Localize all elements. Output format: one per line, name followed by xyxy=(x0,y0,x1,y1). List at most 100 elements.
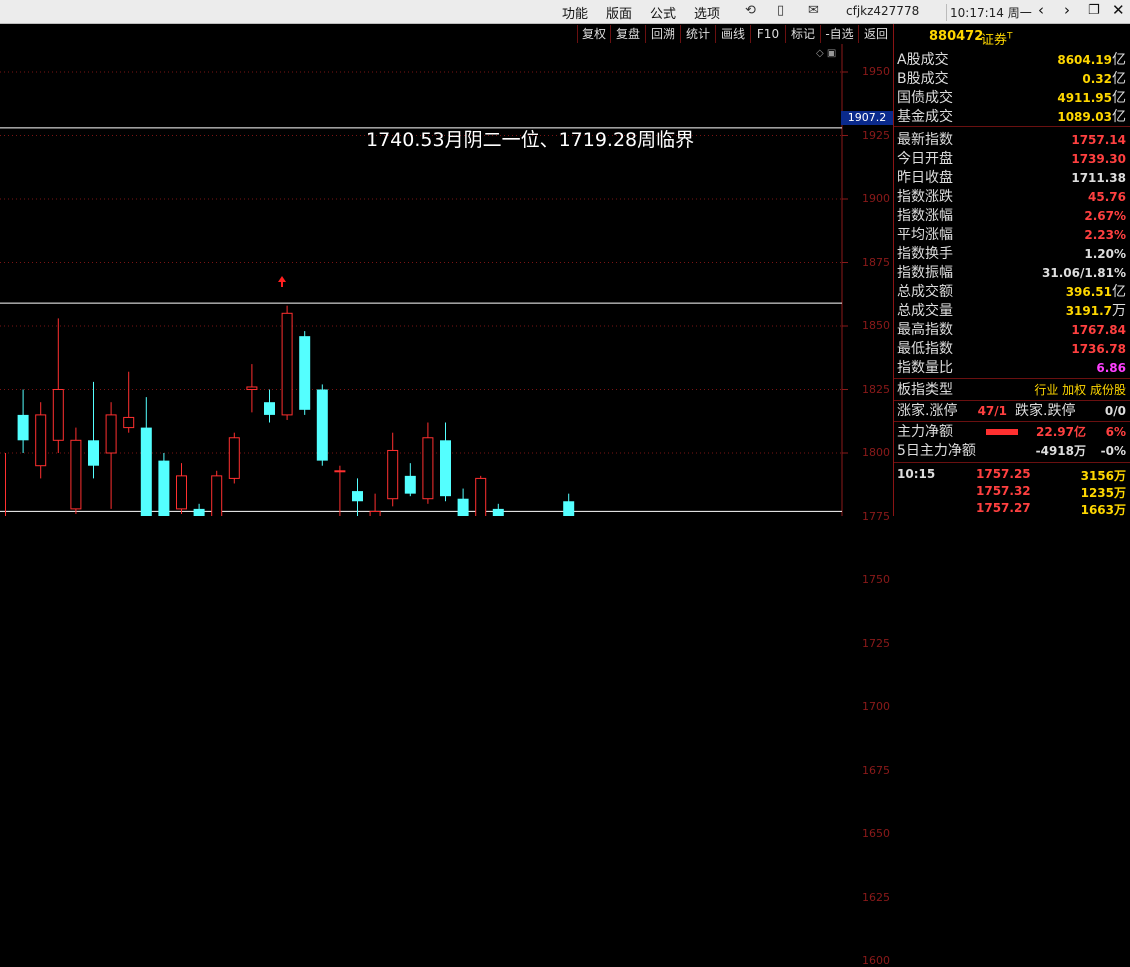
stat-label: 最新指数 xyxy=(897,132,953,148)
stat-value: 8604.19亿 xyxy=(1057,52,1126,68)
stat-row: 指数换手 1.20% xyxy=(894,245,1130,264)
candle xyxy=(492,503,504,516)
stat-row: 指数振幅 31.06/1.81% xyxy=(894,264,1130,283)
stat-row: 基金成交 1089.03亿 xyxy=(894,108,1130,127)
candle-body xyxy=(264,402,275,415)
candle-body xyxy=(123,416,135,429)
btn-f10[interactable]: F10 xyxy=(750,25,785,43)
row-value[interactable]: 行业 加权 成份股 xyxy=(1034,381,1126,400)
btn-huisu[interactable]: 回溯 xyxy=(645,25,680,43)
candle-body xyxy=(140,427,152,516)
candle xyxy=(105,402,117,509)
candle-body xyxy=(52,389,64,441)
stat-row: 今日开盘 1739.30 xyxy=(894,150,1130,169)
tick-volume: 1663万 xyxy=(1080,503,1126,517)
back-icon[interactable]: ‹ xyxy=(1038,1,1044,19)
stat-value: 1711.38 xyxy=(1071,171,1126,185)
candle xyxy=(440,422,451,502)
menu-item-options[interactable]: 选项 xyxy=(694,3,720,22)
tick-price: 1757.27 xyxy=(976,501,1031,515)
candle xyxy=(176,463,187,514)
candle-body xyxy=(422,437,434,500)
stat-row: 总成交量 3191.7万 xyxy=(894,302,1130,321)
btn-fupan[interactable]: 复盘 xyxy=(610,25,645,43)
restore-icon[interactable]: ❐ xyxy=(1088,3,1100,18)
candle-body xyxy=(211,475,223,516)
stat-value: 4911.95亿 xyxy=(1057,90,1126,106)
btn-fuquan[interactable]: 复权 xyxy=(577,25,610,43)
candle-body xyxy=(35,414,47,467)
stat-value: 1089.03亿 xyxy=(1057,109,1126,125)
stat-label: 指数振幅 xyxy=(897,265,953,281)
row-index-type: 板指类型 行业 加权 成份股 xyxy=(894,381,1130,400)
candle xyxy=(228,432,240,484)
candle xyxy=(158,453,170,516)
btn-zixuan[interactable]: -自选 xyxy=(820,25,858,43)
btn-fanhui[interactable]: 返回 xyxy=(858,25,893,43)
down-limit-label: 跌家.跌停 xyxy=(1015,403,1076,419)
y-axis-label: 1725 xyxy=(862,636,890,650)
chart-options-icon[interactable]: ◇ ▣ xyxy=(816,48,836,59)
stat-label: 指数涨幅 xyxy=(897,208,953,224)
candle xyxy=(123,371,135,433)
menu-item-function[interactable]: 功能 xyxy=(562,3,588,22)
candle xyxy=(140,397,152,516)
account-name[interactable]: cfjkz427778 xyxy=(846,4,919,18)
btn-huaxian[interactable]: 画线 xyxy=(715,25,750,43)
candle xyxy=(387,432,399,507)
candle xyxy=(70,427,82,514)
phone-icon[interactable]: ▯ xyxy=(777,3,784,18)
stat-value: 0.32亿 xyxy=(1082,71,1126,87)
candlestick-chart[interactable] xyxy=(0,44,893,516)
clock: 10:17:14 周一 xyxy=(946,4,1032,21)
y-axis-label: 1775 xyxy=(862,509,890,523)
stat-row: 指数量比 6.86 xyxy=(894,359,1130,378)
stat-value: 31.06/1.81% xyxy=(1042,266,1126,280)
index-code: 880472 xyxy=(929,29,984,44)
stat-label: 今日开盘 xyxy=(897,151,953,167)
btn-tongji[interactable]: 统计 xyxy=(680,25,715,43)
candle xyxy=(404,463,416,497)
stat-label: 基金成交 xyxy=(897,109,953,125)
main-flow-amount: 22.97亿 xyxy=(1036,425,1086,439)
stat-row: 最新指数 1757.14 xyxy=(894,131,1130,150)
candle xyxy=(193,503,205,516)
divider xyxy=(894,421,1130,422)
forward-icon[interactable]: › xyxy=(1064,1,1070,19)
y-axis-label: 1950 xyxy=(862,65,890,78)
y-axis-label: 1675 xyxy=(862,763,890,777)
candle xyxy=(88,381,99,479)
candle-body xyxy=(334,470,346,473)
stat-row: 总成交额 396.51亿 xyxy=(894,283,1130,302)
divider xyxy=(894,462,1130,463)
stat-label: 平均涨幅 xyxy=(897,227,953,243)
stat-row: 指数涨幅 2.67% xyxy=(894,207,1130,226)
candle-body xyxy=(17,414,29,441)
mail-icon[interactable]: ✉ xyxy=(808,3,819,18)
row-main-flow-5d: 5日主力净额 -4918万 -0% xyxy=(894,442,1130,461)
row-limit: 涨家.涨停 47/1 跌家.跌停 0/0 xyxy=(894,402,1130,421)
stat-row: 国债成交 4911.95亿 xyxy=(894,89,1130,108)
candle-body xyxy=(457,498,469,516)
divider xyxy=(894,378,1130,379)
main-flow-bar xyxy=(986,429,1018,435)
candle xyxy=(264,389,275,423)
tick-time: 10:15 xyxy=(897,467,936,481)
menu-item-formula[interactable]: 公式 xyxy=(650,3,676,22)
stat-label: 最高指数 xyxy=(897,322,953,338)
candle xyxy=(352,478,363,516)
refresh-icon[interactable]: ⟲ xyxy=(745,3,756,18)
candle xyxy=(563,493,575,516)
candle-body xyxy=(440,440,451,497)
btn-biaoji[interactable]: 标记 xyxy=(785,25,820,43)
close-icon[interactable]: ✕ xyxy=(1112,1,1125,19)
main-flow-pct: 6% xyxy=(1105,425,1126,439)
y-axis-label: 1900 xyxy=(862,192,890,205)
candle xyxy=(246,364,258,413)
stat-value: 2.23% xyxy=(1084,228,1126,242)
stat-row: 平均涨幅 2.23% xyxy=(894,226,1130,245)
candle xyxy=(299,331,311,415)
menu-item-layout[interactable]: 版面 xyxy=(606,3,632,22)
tick-volume: 3156万 xyxy=(1080,469,1126,483)
menu-bar: 功能 版面 公式 选项 ⟲ ▯ ✉ cfjkz427778 10:17:14 周… xyxy=(0,0,1130,24)
